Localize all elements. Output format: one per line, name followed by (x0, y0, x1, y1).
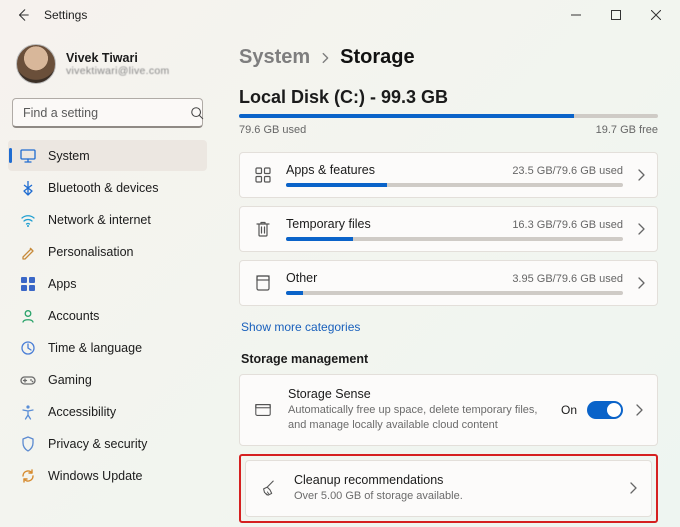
category-bar (286, 237, 623, 241)
sidebar-item-label: Network & internet (48, 213, 151, 227)
category-used: 23.5 GB/79.6 GB used (512, 165, 623, 177)
sidebar-item-personal[interactable]: Personalisation (8, 236, 207, 267)
window-controls (556, 0, 676, 30)
chevron-right-icon (635, 277, 647, 289)
gaming-icon (20, 372, 36, 388)
sidebar-item-label: Privacy & security (48, 437, 147, 451)
sidebar-item-label: Accounts (48, 309, 99, 323)
sidebar-item-label: Personalisation (48, 245, 133, 259)
broom-icon (260, 479, 278, 497)
cleanup-title: Cleanup recommendations (294, 473, 613, 487)
cleanup-highlight: Cleanup recommendations Over 5.00 GB of … (239, 454, 658, 523)
access-icon (20, 404, 36, 420)
profile[interactable]: Vivek Tiwari vivektiwari@live.com (8, 38, 207, 94)
system-icon (20, 148, 36, 164)
sidebar-item-label: Windows Update (48, 469, 143, 483)
cleanup-icon (258, 479, 280, 497)
storage-sense-row[interactable]: Storage Sense Automatically free up spac… (239, 374, 658, 446)
category-name: Apps & features (286, 163, 375, 177)
search-input[interactable] (23, 106, 184, 120)
storage-sense-title: Storage Sense (288, 387, 547, 401)
profile-name: Vivek Tiwari (66, 51, 170, 65)
network-icon (20, 212, 36, 228)
search-box[interactable] (12, 98, 203, 128)
avatar (16, 44, 56, 84)
close-icon (651, 10, 661, 20)
sidebar-item-label: Time & language (48, 341, 142, 355)
sidebar-item-label: Accessibility (48, 405, 116, 419)
apps-grid-icon (252, 166, 274, 184)
sidebar-item-update[interactable]: Windows Update (8, 460, 207, 491)
sidebar-item-apps[interactable]: Apps (8, 268, 207, 299)
cleanup-recommendations-row[interactable]: Cleanup recommendations Over 5.00 GB of … (245, 460, 652, 517)
chevron-right-icon (635, 223, 647, 235)
category-name: Temporary files (286, 217, 371, 231)
sidebar-item-system[interactable]: System (8, 140, 207, 171)
personal-icon (20, 244, 36, 260)
category-used: 16.3 GB/79.6 GB used (512, 219, 623, 231)
storage-sense-state-label: On (561, 403, 577, 417)
other-icon (252, 274, 274, 292)
category-name: Other (286, 271, 317, 285)
sidebar-item-label: Bluetooth & devices (48, 181, 159, 195)
titlebar: Settings (0, 0, 680, 30)
category-used: 3.95 GB/79.6 GB used (512, 273, 623, 285)
storage-category-row[interactable]: Apps & features 23.5 GB/79.6 GB used (239, 152, 658, 198)
breadcrumb: System Storage (239, 46, 658, 69)
category-bar (286, 291, 623, 295)
bluetooth-icon (20, 180, 36, 196)
trash-icon (252, 220, 274, 238)
maximize-button[interactable] (596, 0, 636, 30)
nav-list: System Bluetooth & devices Network & inter… (8, 140, 207, 491)
category-bar (286, 183, 623, 187)
storage-sense-toggle[interactable] (587, 401, 623, 419)
chevron-right-icon (627, 482, 639, 494)
storage-sense-desc: Automatically free up space, delete temp… (288, 403, 547, 433)
minimize-button[interactable] (556, 0, 596, 30)
disk-meta: 79.6 GB used 19.7 GB free (239, 124, 658, 136)
chevron-right-icon (633, 404, 645, 416)
drive-icon (254, 401, 272, 419)
sidebar-item-privacy[interactable]: Privacy & security (8, 428, 207, 459)
chevron-right-icon (320, 51, 330, 65)
update-icon (20, 468, 36, 484)
sidebar-item-time[interactable]: Time & language (8, 332, 207, 363)
window-title: Settings (44, 8, 87, 22)
sidebar-item-gaming[interactable]: Gaming (8, 364, 207, 395)
breadcrumb-parent[interactable]: System (239, 46, 310, 69)
close-button[interactable] (636, 0, 676, 30)
profile-email: vivektiwari@live.com (66, 65, 170, 77)
time-icon (20, 340, 36, 356)
sidebar-item-label: System (48, 149, 90, 163)
chevron-right-icon (635, 169, 647, 181)
storage-category-row[interactable]: Other 3.95 GB/79.6 GB used (239, 260, 658, 306)
back-button[interactable] (10, 2, 36, 28)
arrow-left-icon (16, 8, 30, 22)
disk-usage-fill (239, 114, 574, 118)
breadcrumb-current: Storage (340, 46, 414, 69)
disk-title: Local Disk (C:) - 99.3 GB (239, 87, 658, 108)
storage-sense-icon (252, 401, 274, 419)
show-more-categories-link[interactable]: Show more categories (241, 320, 360, 334)
sidebar-item-label: Gaming (48, 373, 92, 387)
disk-usage-bar (239, 114, 658, 118)
apps-icon (20, 276, 36, 292)
sidebar-item-bluetooth[interactable]: Bluetooth & devices (8, 172, 207, 203)
minimize-icon (571, 10, 581, 20)
storage-management-heading: Storage management (241, 352, 658, 366)
maximize-icon (611, 10, 621, 20)
sidebar-item-access[interactable]: Accessibility (8, 396, 207, 427)
main-content: System Storage Local Disk (C:) - 99.3 GB… (215, 30, 680, 527)
sidebar: Vivek Tiwari vivektiwari@live.com System… (0, 30, 215, 527)
sidebar-item-label: Apps (48, 277, 77, 291)
sidebar-item-network[interactable]: Network & internet (8, 204, 207, 235)
disk-used-label: 79.6 GB used (239, 124, 306, 136)
privacy-icon (20, 436, 36, 452)
sidebar-item-accounts[interactable]: Accounts (8, 300, 207, 331)
storage-category-row[interactable]: Temporary files 16.3 GB/79.6 GB used (239, 206, 658, 252)
accounts-icon (20, 308, 36, 324)
disk-free-label: 19.7 GB free (596, 124, 658, 136)
cleanup-desc: Over 5.00 GB of storage available. (294, 489, 613, 504)
search-icon (190, 106, 204, 120)
